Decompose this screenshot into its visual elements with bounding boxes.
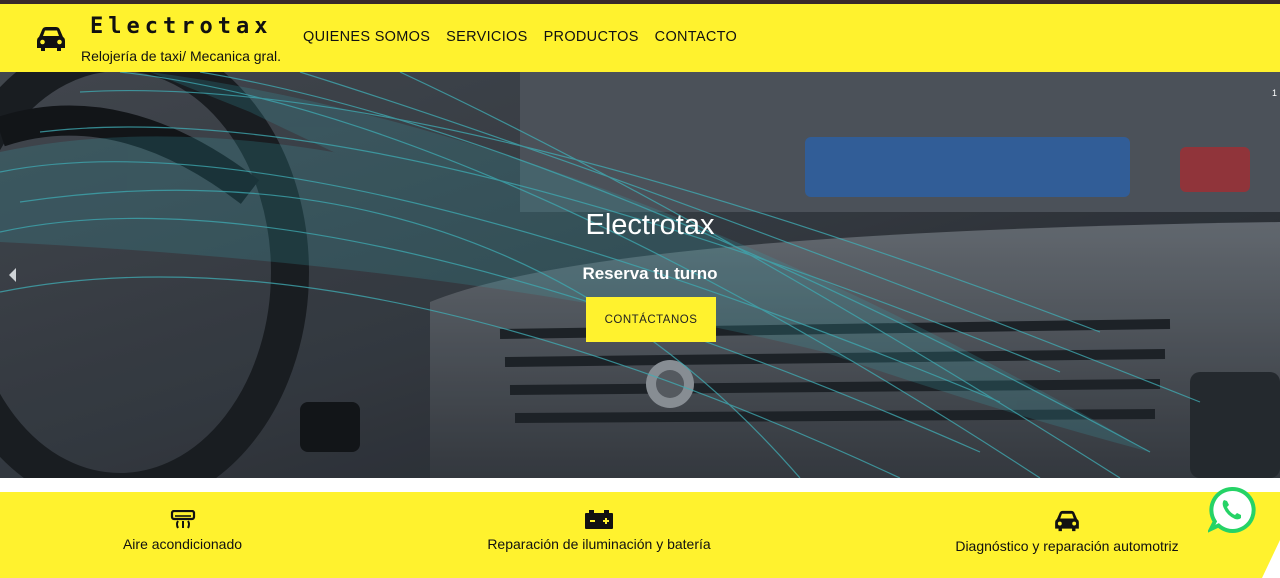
feature-lighting-battery: Reparación de iluminación y batería (474, 510, 724, 552)
nav-servicios[interactable]: SERVICIOS (446, 29, 527, 45)
feature-label: Aire acondicionado (122, 536, 243, 552)
battery-icon (585, 510, 613, 529)
nav-contacto[interactable]: CONTACTO (655, 29, 737, 45)
features-bar: Aire acondicionado Reparación de ilumina… (0, 492, 1280, 578)
nav-quienes-somos[interactable]: QUIENES SOMOS (303, 29, 430, 45)
whatsapp-icon[interactable] (1208, 486, 1256, 534)
brand-name[interactable]: Electrotax (90, 14, 272, 39)
hero-slider: 1 Electrotax Reserva tu turno CONTÁCTANO… (0, 72, 1280, 478)
hero-subtitle: Reserva tu turno (582, 264, 718, 283)
contact-button[interactable]: CONTÁCTANOS (586, 297, 716, 342)
feature-label: Reparación de iluminación y batería (487, 536, 711, 552)
feature-air-conditioning: Aire acondicionado (100, 510, 265, 552)
main-menu: QUIENES SOMOS SERVICIOS PRODUCTOS CONTAC… (303, 29, 737, 45)
car-icon[interactable] (36, 26, 66, 52)
feature-diagnostics: Diagnóstico y reparación automotriz (942, 510, 1192, 554)
feature-label: Diagnóstico y reparación automotriz (955, 538, 1179, 554)
brand-tagline: Relojería de taxi/ Mecanica gral. (81, 48, 281, 64)
navbar: Electrotax Relojería de taxi/ Mecanica g… (0, 4, 1280, 72)
slide-indicator: 1 (1272, 88, 1278, 98)
car-icon (1055, 510, 1079, 532)
nav-productos[interactable]: PRODUCTOS (544, 29, 639, 45)
hero-title: Electrotax (585, 209, 715, 241)
decorative-slant (1262, 540, 1280, 578)
air-conditioner-icon (170, 510, 195, 529)
